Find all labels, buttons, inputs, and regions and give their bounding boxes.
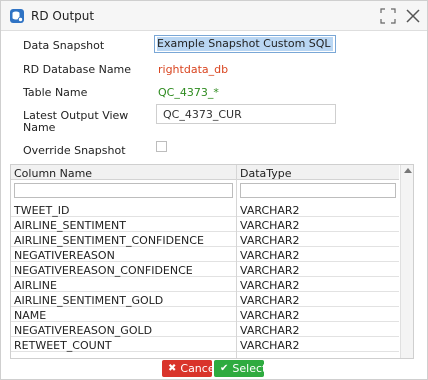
vertical-scrollbar[interactable] bbox=[400, 165, 413, 358]
cancel-button[interactable]: ✖ Cancel bbox=[162, 360, 218, 377]
table-name-label: Table Name bbox=[23, 86, 88, 99]
datatype-cell: VARCHAR2 bbox=[240, 279, 300, 292]
datatype-cell: VARCHAR2 bbox=[240, 294, 300, 307]
column-name-cell: NEGATIVEREASON_GOLD bbox=[14, 324, 153, 337]
datatype-cell: VARCHAR2 bbox=[240, 309, 300, 322]
check-circle-icon: ✔ bbox=[220, 362, 229, 374]
column-name-cell: TWEET_ID bbox=[14, 204, 70, 217]
datatype-cell: VARCHAR2 bbox=[240, 219, 300, 232]
table-row[interactable]: NEGATIVEREASON VARCHAR2 bbox=[11, 247, 399, 262]
datatype-cell: VARCHAR2 bbox=[240, 204, 300, 217]
override-snapshot-checkbox[interactable] bbox=[156, 141, 167, 152]
table-row[interactable]: NEGATIVEREASON_CONFIDENCE VARCHAR2 bbox=[11, 262, 399, 277]
scroll-up-icon[interactable] bbox=[404, 168, 412, 173]
data-snapshot-label: Data Snapshot bbox=[23, 39, 105, 52]
output-view-label-line2: Name bbox=[23, 121, 56, 134]
close-icon[interactable] bbox=[405, 8, 421, 24]
table-row[interactable]: TWEET_ID VARCHAR2 bbox=[11, 202, 399, 217]
column-name-cell: NAME bbox=[14, 309, 47, 322]
table-row[interactable]: AIRLINE_SENTIMENT_CONFIDENCE VARCHAR2 bbox=[11, 232, 399, 247]
datatype-cell: VARCHAR2 bbox=[240, 264, 300, 277]
output-view-input[interactable]: QC_4373_CUR bbox=[156, 104, 336, 124]
column-divider[interactable] bbox=[236, 165, 237, 358]
datatype-cell: VARCHAR2 bbox=[240, 339, 300, 352]
column-name-cell: AIRLINE_SENTIMENT_CONFIDENCE bbox=[14, 234, 204, 247]
column-name-cell: RETWEET_COUNT bbox=[14, 339, 112, 352]
column-name-cell: AIRLINE_SENTIMENT bbox=[14, 219, 126, 232]
table-row[interactable]: NEGATIVEREASON_GOLD VARCHAR2 bbox=[11, 322, 399, 337]
column-name-filter-input[interactable] bbox=[14, 183, 233, 198]
table-row[interactable]: NAME VARCHAR2 bbox=[11, 307, 399, 322]
select-button[interactable]: ✔ Select bbox=[214, 360, 267, 377]
table-row[interactable]: AIRLINE_SENTIMENT_GOLD VARCHAR2 bbox=[11, 292, 399, 307]
data-snapshot-input[interactable]: Example Snapshot Custom SQL Result bbox=[154, 35, 336, 53]
rd-output-dialog: RD Output Data Snapshot Example Snapshot… bbox=[0, 0, 428, 380]
title-bar: RD Output bbox=[1, 1, 427, 31]
data-snapshot-value: Example Snapshot Custom SQL Result bbox=[157, 37, 333, 51]
column-name-cell: AIRLINE bbox=[14, 279, 57, 292]
select-label: Select bbox=[232, 362, 267, 375]
datatype-filter-input[interactable] bbox=[240, 183, 396, 198]
override-snapshot-label: Override Snapshot bbox=[23, 144, 126, 157]
table-row[interactable]: AIRLINE VARCHAR2 bbox=[11, 277, 399, 292]
table-row[interactable]: RETWEET_COUNT VARCHAR2 bbox=[11, 337, 399, 352]
dialog-title: RD Output bbox=[31, 9, 95, 23]
grid-header: Column Name DataType bbox=[11, 165, 399, 180]
cancel-label: Cancel bbox=[180, 362, 218, 375]
column-name-cell: AIRLINE_SENTIMENT_GOLD bbox=[14, 294, 164, 307]
datatype-header[interactable]: DataType bbox=[240, 167, 292, 180]
columns-grid: Column Name DataType TWEET_ID VARCHAR2 A… bbox=[10, 164, 414, 359]
database-icon bbox=[10, 9, 24, 23]
datatype-cell: VARCHAR2 bbox=[240, 324, 300, 337]
database-name-value: rightdata_db bbox=[158, 63, 229, 76]
column-name-cell: NEGATIVEREASON bbox=[14, 249, 115, 262]
maximize-icon[interactable] bbox=[380, 8, 396, 24]
datatype-cell: VARCHAR2 bbox=[240, 249, 300, 262]
datatype-cell: VARCHAR2 bbox=[240, 234, 300, 247]
column-name-cell: NEGATIVEREASON_CONFIDENCE bbox=[14, 264, 193, 277]
table-name-value: QC_4373_* bbox=[158, 86, 219, 99]
database-name-label: RD Database Name bbox=[23, 63, 132, 76]
close-icon: ✖ bbox=[168, 362, 177, 374]
column-name-header[interactable]: Column Name bbox=[14, 167, 92, 180]
table-row[interactable]: AIRLINE_SENTIMENT VARCHAR2 bbox=[11, 217, 399, 232]
